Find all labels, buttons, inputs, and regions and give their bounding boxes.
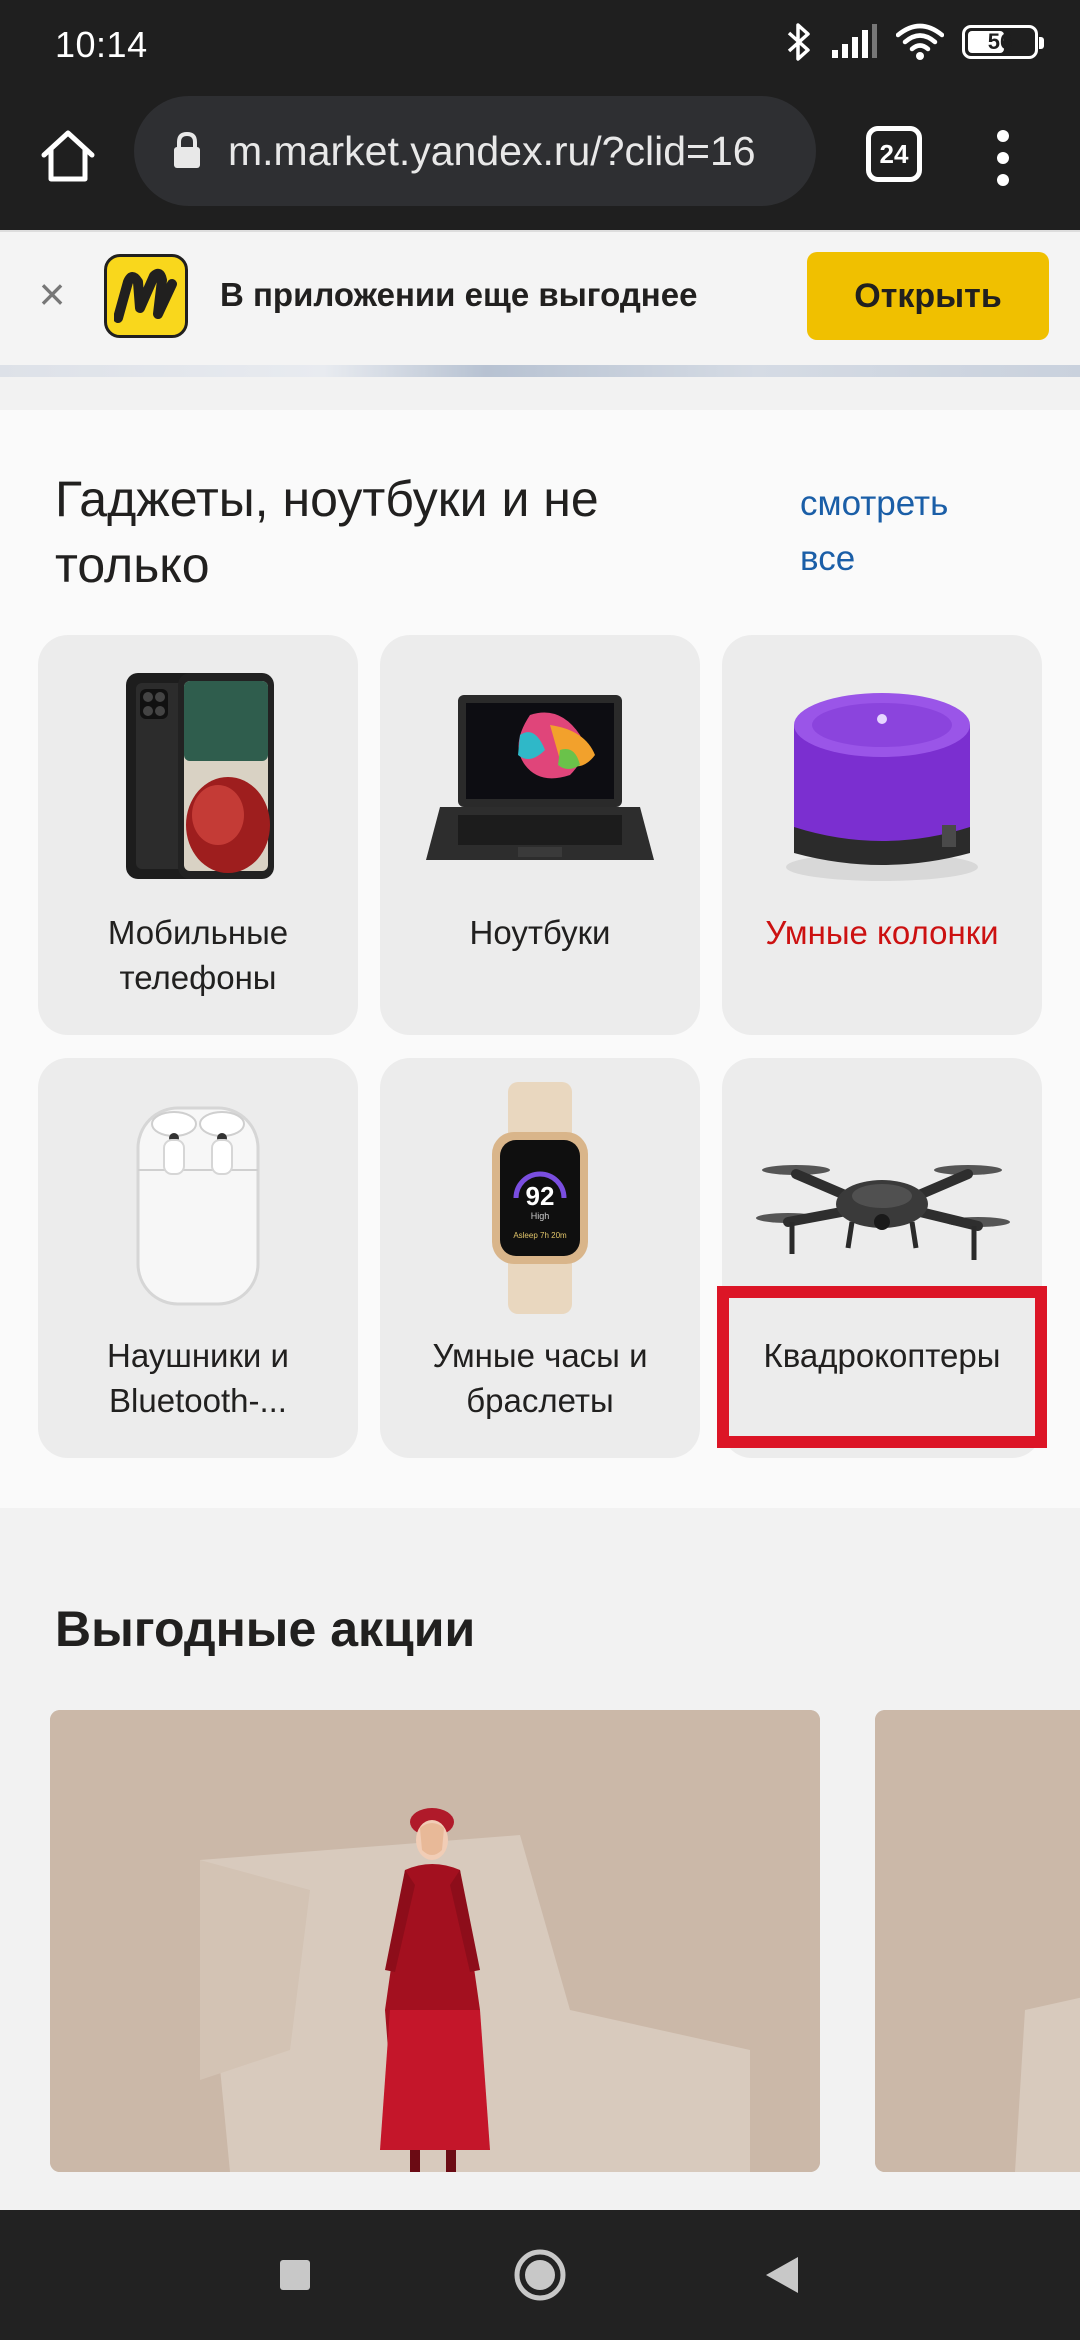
back-button[interactable] [742,2240,822,2310]
battery-level: 56 [987,29,1013,54]
close-icon: × [38,268,66,320]
category-card-headphones[interactable]: Наушники и Bluetooth-... [38,1058,358,1458]
smart-speaker-icon [786,693,978,881]
category-label: Мобильные телефоны [107,914,289,996]
selection-highlight [717,1286,1047,1448]
menu-dot-icon [997,152,1009,164]
smartphone-icon [126,673,274,879]
category-label: Умные колонки [765,914,999,951]
category-label: Ноутбуки [469,914,611,951]
watch-time: Asleep 7h 20m [513,1231,567,1240]
category-label: Умные часы и браслеты [432,1337,648,1419]
watch-unit: High [531,1211,550,1221]
category-image [722,1078,1042,1318]
category-image [380,655,700,895]
wifi-icon [896,23,944,60]
home-icon [41,130,95,182]
banner-text: В приложении еще выгоднее [220,276,698,313]
yandex-market-logo [104,254,188,338]
category-card-phones[interactable]: Мобильные телефоны [38,635,358,1035]
browser-menu-button[interactable] [980,120,1026,196]
earbuds-case-icon [136,1106,260,1306]
open-app-button[interactable]: Открыть [807,252,1049,340]
recents-button[interactable] [255,2240,335,2310]
address-bar[interactable]: m.market.yandex.ru/?clid=16 [134,96,816,206]
promos-title: Выгодные акции [55,1601,476,1657]
lock-icon [174,132,200,168]
bluetooth-icon [787,23,810,61]
category-image [38,1078,358,1318]
tab-switcher-button[interactable]: 24 [866,126,922,182]
status-bar: 10:14 56 [0,0,1080,90]
system-nav-bar [0,2210,1080,2340]
category-image: 92 High Asleep 7h 20m [380,1078,700,1318]
smartwatch-icon: 92 High Asleep 7h 20m [492,1082,588,1314]
signal-icon [832,24,877,58]
status-time: 10:14 [55,24,148,65]
promo-image [875,1710,1080,2172]
banner-image-strip [0,365,1080,377]
triangle-back-icon [766,2257,798,2293]
menu-dot-icon [997,174,1009,186]
category-card-smart-speakers[interactable]: Умные колонки [722,635,1042,1035]
promotions-section: Выгодные акции [0,1540,1080,2210]
category-card-laptops[interactable]: Ноутбуки [380,635,700,1035]
browser-toolbar: m.market.yandex.ru/?clid=16 24 [0,90,1080,230]
status-icons: 56 [786,22,1044,62]
drone-icon [756,1165,1010,1260]
gadgets-section: Гаджеты, ноутбуки и не только смотреть в… [0,410,1080,1508]
home-button[interactable] [30,118,106,194]
promo-image [50,1710,820,2172]
watch-value: 92 [526,1181,555,1211]
home-nav-button[interactable] [500,2240,580,2310]
laptop-icon [426,695,654,860]
market-logo-icon [114,268,177,323]
promo-card[interactable] [50,1710,820,2172]
category-card-smartwatches[interactable]: 92 High Asleep 7h 20m Умные часы и брасл… [380,1058,700,1458]
square-icon [280,2260,310,2290]
see-all-link[interactable]: смотреть все [800,476,1000,586]
url-text: m.market.yandex.ru/?clid=16 [228,127,756,174]
battery-icon: 56 [962,25,1044,59]
menu-dot-icon [997,130,1009,142]
category-image [38,655,358,895]
app-install-banner: × В приложении еще выгоднее Открыть [0,230,1080,365]
category-image [722,655,1042,895]
close-banner-button[interactable]: × [32,271,72,317]
circle-icon [514,2249,566,2301]
category-label: Наушники и Bluetooth-... [107,1337,289,1419]
promo-card-next[interactable] [875,1710,1080,2172]
section-title: Гаджеты, ноутбуки и не только [55,471,599,593]
